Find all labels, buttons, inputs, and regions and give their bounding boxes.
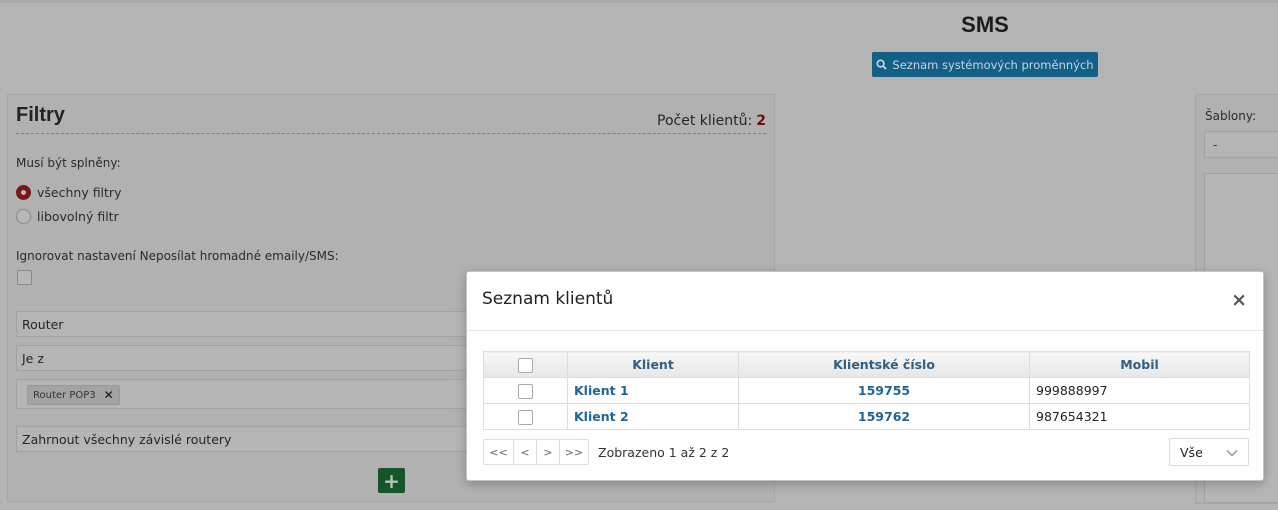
row-checkbox[interactable] xyxy=(518,383,533,399)
templates-select[interactable]: - xyxy=(1204,131,1278,158)
add-filter-button[interactable]: + xyxy=(378,468,405,493)
tag-label: Router POP3 xyxy=(33,389,96,401)
pager: << < > >> Zobrazeno 1 až 2 z 2 xyxy=(483,439,729,465)
search-icon xyxy=(876,59,888,70)
radio-any-filter[interactable]: libovolný filtr xyxy=(16,209,119,224)
radio-all-filters-indicator[interactable] xyxy=(16,185,31,200)
pager-info: Zobrazeno 1 až 2 z 2 xyxy=(598,444,730,460)
filters-divider xyxy=(16,133,766,134)
select-all-checkbox[interactable] xyxy=(518,357,533,373)
mobile-cell: 999888997 xyxy=(1029,377,1250,404)
modal-title: Seznam klientů xyxy=(482,289,614,309)
filters-title: Filtry xyxy=(16,104,65,126)
clients-count-value: 2 xyxy=(756,113,766,129)
clients-table: Klient Klientské číslo Mobil Klient 1 15… xyxy=(483,351,1250,430)
modal-header: Seznam klientů × xyxy=(467,272,1263,331)
filter-router-select[interactable]: Router xyxy=(16,311,486,337)
table-header-row: Klient Klientské číslo Mobil xyxy=(483,351,1250,378)
must-be-met-label: Musí být splněny: xyxy=(16,156,121,170)
table-row: Klient 1 159755 999888997 xyxy=(483,377,1250,404)
radio-all-filters[interactable]: všechny filtry xyxy=(16,185,121,200)
filter-condition-select[interactable]: Je z xyxy=(16,345,486,371)
select-all-cell xyxy=(483,351,568,378)
system-variables-button-label: Seznam systémových proměnných xyxy=(892,57,1094,72)
tag-router-pop3: Router POP3 ✕ xyxy=(27,385,120,405)
page-size-select[interactable]: Vše xyxy=(1169,438,1249,466)
last-page-button[interactable]: >> xyxy=(559,439,589,465)
templates-label: Šablony: xyxy=(1205,109,1257,123)
include-dependent-routers-select[interactable]: Zahrnout všechny závislé routery xyxy=(16,426,486,452)
client-number-link[interactable]: 159755 xyxy=(738,377,1030,404)
table-row: Klient 2 159762 987654321 xyxy=(483,403,1250,430)
row-select-cell xyxy=(483,377,568,404)
row-select-cell xyxy=(483,403,568,430)
remove-tag-icon[interactable]: ✕ xyxy=(104,388,114,402)
ignore-settings-label: Ignorovat nastavení Neposílat hromadné e… xyxy=(16,249,339,263)
page-size-value: Vše xyxy=(1180,444,1203,460)
client-link[interactable]: Klient 2 xyxy=(567,403,739,430)
column-header-mobile[interactable]: Mobil xyxy=(1029,351,1250,378)
column-header-client[interactable]: Klient xyxy=(567,351,739,378)
client-link[interactable]: Klient 1 xyxy=(567,377,739,404)
radio-any-filter-label: libovolný filtr xyxy=(37,209,119,224)
page-title: SMS xyxy=(961,12,1009,37)
radio-any-filter-indicator[interactable] xyxy=(16,209,31,224)
client-number-link[interactable]: 159762 xyxy=(738,403,1030,430)
mobile-cell: 987654321 xyxy=(1029,403,1250,430)
top-strip xyxy=(0,0,1278,3)
next-page-button[interactable]: > xyxy=(536,439,560,465)
clients-count: Počet klientů: 2 xyxy=(657,113,766,129)
row-checkbox[interactable] xyxy=(518,409,533,425)
close-icon[interactable]: × xyxy=(1231,290,1247,310)
radio-all-filters-label: všechny filtry xyxy=(37,185,122,200)
ignore-settings-checkbox[interactable] xyxy=(17,270,32,285)
previous-page-button[interactable]: < xyxy=(513,439,537,465)
column-header-client-number[interactable]: Klientské číslo xyxy=(738,351,1030,378)
first-page-button[interactable]: << xyxy=(483,439,514,465)
system-variables-button[interactable]: Seznam systémových proměnných xyxy=(872,52,1098,77)
clients-count-label: Počet klientů: xyxy=(657,113,753,129)
clients-modal: Seznam klientů × Klient Klientské číslo … xyxy=(466,271,1264,481)
chevron-down-icon xyxy=(1226,445,1238,460)
